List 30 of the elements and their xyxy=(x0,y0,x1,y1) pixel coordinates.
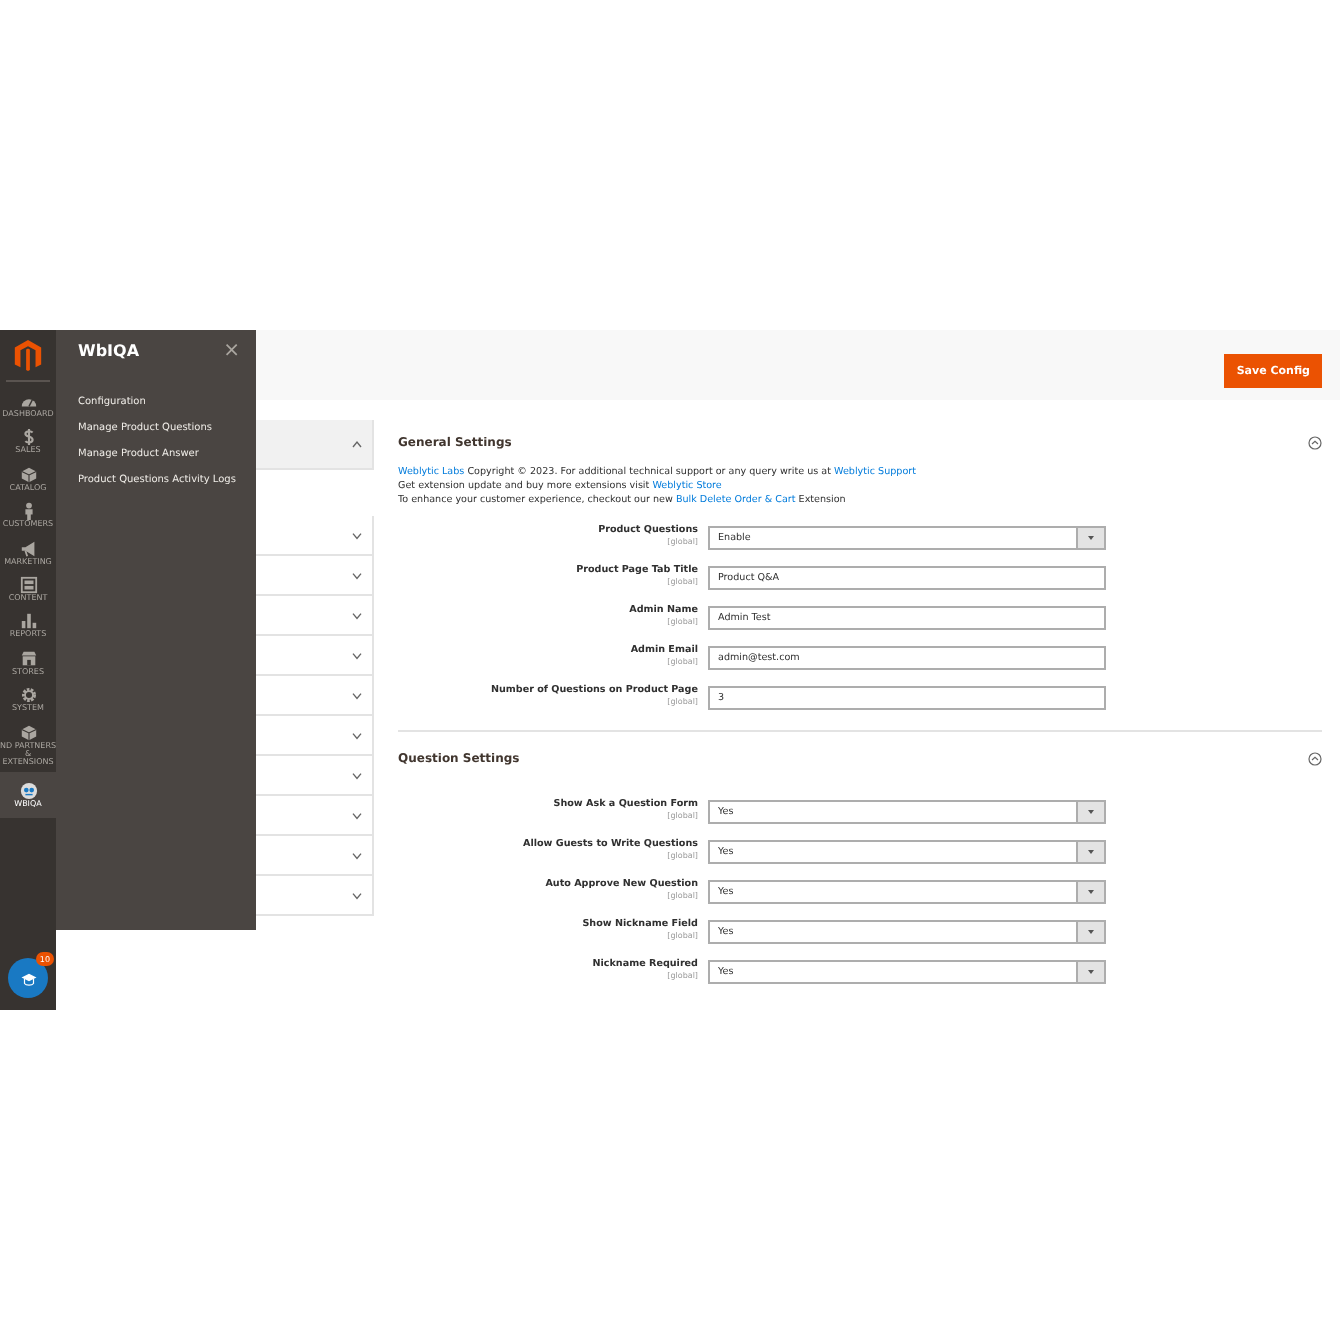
dropdown-arrow-icon xyxy=(1088,930,1094,934)
box-icon xyxy=(19,723,37,742)
dollar-icon xyxy=(19,428,37,447)
chevron-down-icon xyxy=(352,731,362,739)
layout-icon xyxy=(19,575,37,594)
chevron-down-icon xyxy=(352,891,362,899)
bar-chart-icon xyxy=(19,612,37,631)
chevron-down-icon xyxy=(352,531,362,539)
chevron-down-icon xyxy=(352,651,362,659)
chevron-down-icon xyxy=(352,851,362,859)
chevron-up-icon xyxy=(352,440,362,448)
dropdown-arrow-icon xyxy=(1088,970,1094,974)
dropdown-arrow-icon xyxy=(1088,890,1094,894)
dropdown-arrow-icon xyxy=(1088,850,1094,854)
store-icon xyxy=(19,649,37,668)
cube-icon xyxy=(19,465,37,484)
chevron-down-icon xyxy=(352,571,362,579)
gear-icon xyxy=(19,686,37,705)
megaphone-icon xyxy=(19,539,37,558)
chevron-down-icon xyxy=(352,771,362,779)
person-icon xyxy=(19,502,37,521)
dropdown-arrow-icon xyxy=(1088,536,1094,540)
logo-icon xyxy=(14,340,42,372)
close-button[interactable]: × xyxy=(223,340,240,362)
chevron-down-icon xyxy=(352,611,362,619)
chevron-down-icon xyxy=(352,811,362,819)
flyout-title: WbIQA xyxy=(78,342,140,360)
dropdown-arrow-icon xyxy=(1088,810,1094,814)
graduation-cap-icon xyxy=(19,969,37,987)
chevron-down-icon xyxy=(352,691,362,699)
